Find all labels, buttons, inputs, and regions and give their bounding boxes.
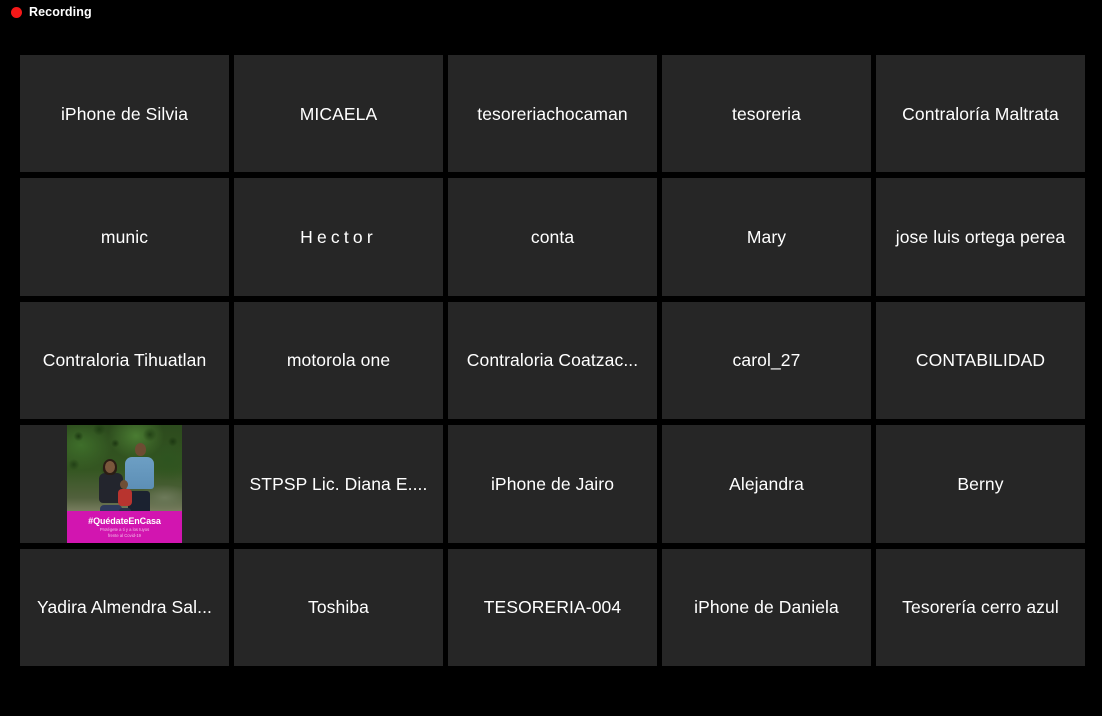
- photo-man-body: [124, 456, 154, 489]
- participant-name-label: iPhone de Silvia: [60, 103, 189, 124]
- participant-name-label: Contraloría Maltrata: [902, 103, 1059, 124]
- participant-tile[interactable]: Contraloria Tihuatlan: [20, 301, 229, 420]
- participant-name-label: tesoreria: [732, 103, 801, 124]
- participant-name-label: iPhone de Jairo: [490, 473, 615, 494]
- participant-video-feed: #QuédateEnCasa Protégete a ti y a los tuy…: [67, 425, 182, 543]
- participant-tile[interactable]: MICAELA: [234, 55, 443, 173]
- participant-tile[interactable]: #QuédateEnCasa Protégete a ti y a los tuy…: [20, 425, 229, 543]
- participant-name-label: Contraloria Coatzac...: [466, 350, 639, 371]
- participant-gallery-grid: iPhone de Silvia MICAELA tesoreriachocaman…: [20, 55, 1085, 666]
- participant-tile[interactable]: Tesorería cerro azul: [876, 548, 1085, 666]
- participant-name-label: munic: [100, 227, 149, 248]
- participant-name-label: Toshiba: [307, 597, 370, 618]
- participant-name-label: Hector: [300, 227, 377, 248]
- record-dot-icon: [11, 6, 22, 18]
- participant-tile[interactable]: CONTABILIDAD: [876, 301, 1085, 420]
- participant-name-label: TESORERIA-004: [483, 597, 622, 618]
- participant-name-label: Mary: [746, 227, 787, 248]
- participant-tile[interactable]: iPhone de Silvia: [20, 55, 229, 173]
- participant-tile[interactable]: Contraloria Coatzac...: [448, 301, 657, 420]
- participant-tile[interactable]: tesoreria: [662, 55, 871, 173]
- participant-name-label: STPSP Lic. Diana E....: [249, 473, 428, 494]
- participant-name-label: iPhone de Daniela: [694, 597, 839, 618]
- photo-man-head: [134, 443, 146, 457]
- participant-tile[interactable]: jose luis ortega perea: [876, 178, 1085, 296]
- participant-tile[interactable]: Contraloría Maltrata: [876, 55, 1085, 173]
- participant-name-label: Berny: [957, 473, 1004, 494]
- participant-name-label: tesoreriachocaman: [477, 103, 628, 124]
- participant-name-label: motorola one: [286, 350, 391, 371]
- banner-title: #QuédateEnCasa: [88, 516, 161, 527]
- participant-name-label: CONTABILIDAD: [915, 350, 1046, 371]
- participant-name-label: Tesorería cerro azul: [902, 597, 1059, 618]
- participant-tile[interactable]: iPhone de Jairo: [448, 425, 657, 543]
- participant-tile[interactable]: motorola one: [234, 301, 443, 420]
- participant-tile[interactable]: conta: [448, 178, 657, 296]
- participant-tile[interactable]: Hector: [234, 178, 443, 296]
- recording-label: Recording: [29, 4, 92, 19]
- photo-child-body: [117, 488, 132, 506]
- participant-tile[interactable]: munic: [20, 178, 229, 296]
- participant-name-label: carol_27: [732, 350, 801, 371]
- recording-indicator-bar: Recording: [0, 0, 1102, 24]
- participant-tile[interactable]: TESORERIA-004: [448, 548, 657, 666]
- participant-tile[interactable]: Berny: [876, 425, 1085, 543]
- participant-tile[interactable]: Alejandra: [662, 425, 871, 543]
- quedate-en-casa-banner: #QuédateEnCasa Protégete a ti y a los tuy…: [67, 511, 182, 543]
- participant-tile[interactable]: tesoreriachocaman: [448, 55, 657, 173]
- participant-name-label: Yadira Almendra Sal...: [36, 597, 213, 618]
- participant-name-label: MICAELA: [299, 103, 378, 124]
- participant-tile[interactable]: carol_27: [662, 301, 871, 420]
- banner-subtitle: Protégete a ti y a los tuyos frente al Co…: [99, 527, 150, 538]
- participant-tile[interactable]: STPSP Lic. Diana E....: [234, 425, 443, 543]
- participant-tile[interactable]: Mary: [662, 178, 871, 296]
- participant-tile[interactable]: Toshiba: [234, 548, 443, 666]
- participant-name-label: Contraloria Tihuatlan: [42, 350, 207, 371]
- participant-name-label: Alejandra: [729, 473, 804, 494]
- participant-name-label: conta: [530, 227, 575, 248]
- participant-tile[interactable]: Yadira Almendra Sal...: [20, 548, 229, 666]
- participant-tile[interactable]: iPhone de Daniela: [662, 548, 871, 666]
- participant-name-label: jose luis ortega perea: [895, 227, 1066, 248]
